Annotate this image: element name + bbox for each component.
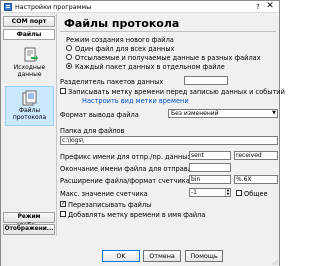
- extension-input[interactable]: bin: [189, 175, 231, 184]
- max-counter-label: Макс. значение счетчика: [60, 190, 148, 198]
- write-timestamp-label: Записывать метку времени перед записью д…: [68, 88, 285, 96]
- folder-input[interactable]: c:\logs\: [60, 136, 278, 145]
- source-data-icon: [24, 47, 38, 62]
- sidebar-item-log-files[interactable]: Файлы протокола: [5, 86, 54, 126]
- output-format-select[interactable]: Без изменений ▼: [168, 109, 278, 118]
- content-panel: Файлы протокола Режим создания нового фа…: [58, 14, 285, 236]
- write-timestamp-checkbox[interactable]: [60, 88, 66, 94]
- extension-label: Расширение файла/формат счетчика: [60, 177, 190, 185]
- radio-single-file[interactable]: [66, 45, 72, 51]
- title-bar: Настройки программы ? ✕: [1, 1, 279, 13]
- sidebar-button-files[interactable]: Файлы: [3, 29, 55, 40]
- common-label: Общее: [244, 190, 268, 198]
- prefix-received-input[interactable]: received: [234, 151, 278, 160]
- common-checkbox[interactable]: [236, 190, 242, 196]
- dialog-buttons: OK Отмена Помощь: [1, 237, 279, 266]
- add-timestamp-name-label: Добавлять метку времени в имя файла: [68, 211, 206, 219]
- log-files-icon: [22, 90, 36, 106]
- divider: [60, 31, 276, 32]
- overwrite-checkbox[interactable]: [60, 200, 66, 207]
- radio-separate-files[interactable]: [66, 54, 72, 60]
- max-counter-value: -1: [191, 189, 197, 196]
- app-icon: [4, 3, 12, 11]
- sidebar: COM порт Файлы Исходные данные Файлы про…: [2, 14, 57, 236]
- sidebar-button-display[interactable]: Отображени...: [3, 224, 55, 235]
- output-format-value: Без изменений: [171, 110, 219, 117]
- help-button[interactable]: Помощь: [185, 250, 223, 262]
- packet-separator-label: Разделитель пакетов данных: [60, 78, 164, 86]
- packet-separator-input[interactable]: [184, 76, 228, 85]
- window-title: Настройки программы: [15, 3, 92, 11]
- max-counter-input[interactable]: -1 ▲ ▼: [189, 188, 231, 197]
- timestamp-settings-link[interactable]: Настроить вид метки времени: [82, 97, 189, 105]
- folder-label: Папка для файлов: [60, 127, 125, 135]
- page-title: Файлы протокола: [64, 17, 180, 30]
- sidebar-item-label: Исходные данные: [13, 64, 46, 78]
- output-format-label: Формат вывода файла: [60, 111, 139, 119]
- sidebar-button-display-mode[interactable]: Режим отобр...: [3, 212, 55, 229]
- prefix-sent-input[interactable]: sent: [189, 151, 231, 160]
- sidebar-item-label: Файлы протокола: [12, 107, 47, 121]
- mode-group-label: Режим создания нового файла: [66, 36, 174, 44]
- add-timestamp-name-checkbox[interactable]: [60, 211, 66, 217]
- resize-grip-icon[interactable]: [272, 259, 278, 265]
- sidebar-button-com-port[interactable]: COM порт: [3, 16, 55, 27]
- suffix-input[interactable]: [189, 163, 231, 172]
- sidebar-item-source-data[interactable]: Исходные данные: [5, 44, 54, 84]
- cancel-button[interactable]: Отмена: [143, 250, 181, 262]
- chevron-down-icon: ▼: [272, 110, 276, 116]
- help-question-icon[interactable]: ?: [253, 2, 263, 12]
- close-icon[interactable]: ✕: [264, 1, 276, 12]
- spinner-arrows-icon[interactable]: ▲ ▼: [225, 189, 230, 196]
- radio-each-packet-label: Каждый пакет данных в отдельном файле: [75, 63, 225, 71]
- settings-window: Настройки программы ? ✕ COM порт Файлы И…: [0, 0, 285, 266]
- radio-separate-files-label: Отсылаемые и получаемые данные в разных …: [75, 54, 261, 62]
- counter-format-input[interactable]: %.6X: [234, 175, 278, 184]
- ok-button[interactable]: OK: [102, 250, 140, 262]
- prefix-label: Префикс имени для отпр./пр. данных: [60, 153, 192, 161]
- overwrite-label: Перезаписывать файлы: [68, 201, 152, 209]
- radio-single-file-label: Один файл для всех данных: [75, 45, 175, 53]
- radio-each-packet[interactable]: [66, 63, 72, 69]
